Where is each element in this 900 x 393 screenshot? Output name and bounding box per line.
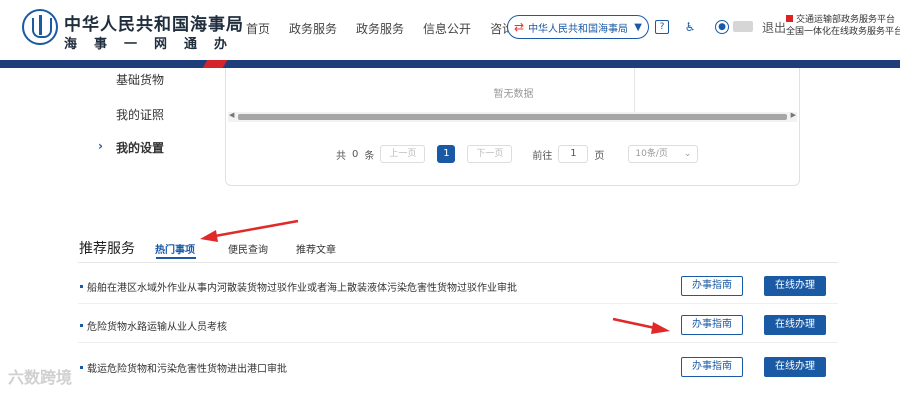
platform-badge-icon bbox=[786, 15, 793, 22]
guide-button[interactable]: 办事指南 bbox=[681, 357, 743, 377]
scroll-right-icon[interactable]: ▶ bbox=[791, 111, 796, 119]
chevron-down-icon: ⌄ bbox=[683, 149, 692, 159]
horizontal-scrollbar[interactable]: ◀ ▶ bbox=[228, 111, 797, 122]
chevron-down-icon: ▼ bbox=[634, 21, 642, 33]
sidebar-item-settings[interactable]: 我的设置 bbox=[116, 139, 164, 156]
goto-suffix: 页 bbox=[594, 150, 605, 162]
site-selector[interactable]: ⇄ 中华人民共和国海事局 ▼ bbox=[507, 15, 649, 39]
list-item: 危险货物水路运输从业人员考核 办事指南 在线办理 bbox=[78, 305, 838, 343]
nav-disclosure[interactable]: 信息公开 bbox=[423, 20, 471, 37]
section-divider bbox=[78, 262, 838, 263]
pagination: 共 0 条 上一页 1 下一页 前往 1 页 10条/页 ⌄ bbox=[336, 145, 699, 163]
nav-home[interactable]: 首页 bbox=[246, 20, 270, 37]
recommend-title: 推荐服务 bbox=[79, 241, 135, 257]
nav-services[interactable]: 政务服务 bbox=[289, 20, 337, 37]
arrow-to-hot-tab bbox=[200, 219, 299, 242]
site-selector-label: 中华人民共和国海事局 bbox=[528, 23, 629, 35]
empty-state-text: 暂无数据 bbox=[493, 89, 534, 100]
nav-supervision[interactable]: 政务服务 bbox=[356, 20, 404, 37]
goto-page-input[interactable]: 1 bbox=[558, 145, 589, 163]
platform-link[interactable]: 交通运输部政务服务平台 全国一体化在线政务服务平台 bbox=[786, 14, 900, 38]
goto-prefix: 前往 bbox=[532, 150, 553, 162]
help-icon[interactable]: ? bbox=[655, 20, 669, 34]
platform-line2: 全国一体化在线政务服务平台 bbox=[786, 27, 900, 37]
current-page[interactable]: 1 bbox=[437, 145, 456, 163]
scrollbar-thumb[interactable] bbox=[238, 114, 787, 120]
platform-line1: 交通运输部政务服务平台 bbox=[796, 15, 896, 25]
user-icon[interactable]: ● bbox=[715, 20, 729, 34]
username-redacted bbox=[733, 21, 753, 32]
total-prefix: 共 bbox=[336, 150, 346, 162]
page-size-select[interactable]: 10条/页 ⌄ bbox=[628, 145, 699, 163]
next-page-button[interactable]: 下一页 bbox=[467, 145, 513, 163]
list-item: 载运危险货物和污染危害性货物进出港口审批 办事指南 在线办理 bbox=[78, 347, 838, 385]
tab-recommended-articles[interactable]: 推荐文章 bbox=[296, 241, 336, 256]
scroll-left-icon[interactable]: ◀ bbox=[229, 111, 234, 119]
main-nav: 首页 政务服务 政务服务 信息公开 咨询投诉 bbox=[246, 20, 538, 37]
data-table-panel: 暂无数据 ◀ ▶ 共 0 条 上一页 1 下一页 前往 1 页 10条/页 ⌄ bbox=[225, 68, 800, 186]
header-stripe bbox=[0, 60, 900, 68]
list-item: 船舶在港区水域外作业从事内河散装货物过驳作业或者海上散装液体污染危害性货物过驳作… bbox=[78, 266, 838, 304]
guide-button[interactable]: 办事指南 bbox=[681, 276, 743, 296]
apply-online-button[interactable]: 在线办理 bbox=[764, 276, 826, 296]
apply-online-button[interactable]: 在线办理 bbox=[764, 357, 826, 377]
tab-hot-items[interactable]: 热门事项 bbox=[155, 241, 195, 256]
logout-link[interactable]: 退出 bbox=[762, 19, 786, 36]
maritime-logo-icon[interactable] bbox=[22, 9, 58, 45]
active-tab-indicator bbox=[156, 257, 196, 259]
bullet-icon bbox=[80, 324, 83, 327]
swap-icon: ⇄ bbox=[514, 20, 525, 34]
guide-button[interactable]: 办事指南 bbox=[681, 315, 743, 335]
brand-title: 中华人民共和国海事局 bbox=[64, 15, 244, 35]
total-count: 0 bbox=[352, 148, 359, 160]
total-suffix: 条 bbox=[364, 150, 375, 162]
page-size-value: 10条/页 bbox=[635, 149, 668, 159]
bullet-icon bbox=[80, 366, 83, 369]
service-title[interactable]: 载运危险货物和污染危害性货物进出港口审批 bbox=[87, 360, 287, 375]
apply-online-button[interactable]: 在线办理 bbox=[764, 315, 826, 335]
watermark: 六数跨境 bbox=[8, 368, 73, 387]
brand-subtitle: 海事一网通办 bbox=[64, 37, 245, 52]
sidebar-item-goods[interactable]: 基础货物 bbox=[116, 71, 164, 88]
bullet-icon bbox=[80, 285, 83, 288]
service-title[interactable]: 危险货物水路运输从业人员考核 bbox=[87, 318, 227, 333]
chevron-right-icon: › bbox=[98, 139, 103, 153]
prev-page-button[interactable]: 上一页 bbox=[380, 145, 426, 163]
site-header: 中华人民共和国海事局 海事一网通办 首页 政务服务 政务服务 信息公开 咨询投诉… bbox=[0, 0, 900, 60]
service-title[interactable]: 船舶在港区水域外作业从事内河散装货物过驳作业或者海上散装液体污染危害性货物过驳作… bbox=[87, 279, 517, 294]
sidebar-item-licenses[interactable]: 我的证照 bbox=[116, 106, 164, 123]
accessibility-icon[interactable]: ♿ bbox=[683, 20, 697, 34]
tab-convenience-query[interactable]: 便民查询 bbox=[228, 241, 268, 256]
